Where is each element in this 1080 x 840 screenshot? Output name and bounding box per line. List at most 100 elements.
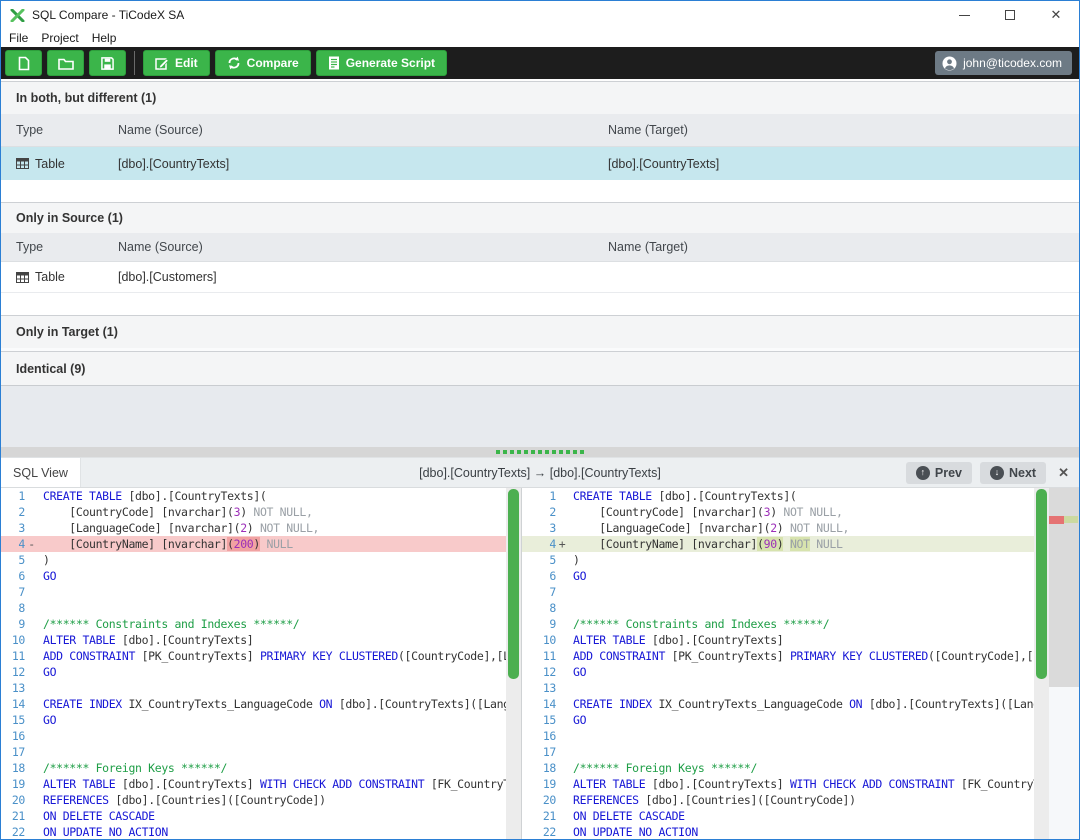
compare-sync-icon: [227, 56, 241, 70]
generate-script-button[interactable]: Generate Script: [316, 50, 447, 76]
code-line-7: 7: [522, 584, 1034, 600]
prev-diff-button[interactable]: ↑ Prev: [906, 462, 972, 484]
row-type-label: Table: [35, 157, 65, 171]
code-line-13: 13: [522, 680, 1034, 696]
sql-diff-area: 1CREATE TABLE [dbo].[CountryTexts](2 [Co…: [1, 487, 1079, 839]
edit-pencil-icon: [155, 56, 169, 70]
results-empty-area: [1, 385, 1079, 447]
table-row-countrytexts[interactable]: Table [dbo].[CountryTexts] [dbo].[Countr…: [1, 147, 1079, 180]
target-scrollbar[interactable]: [1034, 488, 1049, 839]
column-header-type[interactable]: Type: [1, 240, 118, 254]
code-line-9: 9/****** Constraints and Indexes ******/: [1, 616, 506, 632]
code-line-6: 6GO: [522, 568, 1034, 584]
section-header-only-in-source[interactable]: Only in Source (1): [1, 202, 1079, 233]
app-window: SQL Compare - TiCodeX SA ✕ File Project …: [0, 0, 1080, 840]
sql-source-pane[interactable]: 1CREATE TABLE [dbo].[CountryTexts](2 [Co…: [1, 488, 506, 839]
code-line-3: 3 [LanguageCode] [nvarchar](2) NOT NULL,: [1, 520, 506, 536]
code-line-7: 7: [1, 584, 506, 600]
code-line-8: 8: [1, 600, 506, 616]
code-line-15: 15GO: [522, 712, 1034, 728]
code-line-14: 14CREATE INDEX IX_CountryTexts_LanguageC…: [1, 696, 506, 712]
code-line-5: 5): [1, 552, 506, 568]
row-source-name: [dbo].[CountryTexts]: [118, 157, 608, 171]
code-line-15: 15GO: [1, 712, 506, 728]
menu-project[interactable]: Project: [41, 31, 78, 45]
code-line-22: 22ON UPDATE NO ACTION: [522, 824, 1034, 839]
sql-view-tab-label: SQL View: [13, 466, 68, 480]
code-line-20: 20REFERENCES [dbo].[Countries]([CountryC…: [522, 792, 1034, 808]
code-line-16: 16: [522, 728, 1034, 744]
added-diff-mark[interactable]: [1064, 516, 1078, 523]
tab-sql-view[interactable]: SQL View: [1, 458, 81, 487]
source-scrollbar-thumb[interactable]: [508, 489, 519, 679]
menu-help[interactable]: Help: [92, 31, 117, 45]
code-line-14: 14CREATE INDEX IX_CountryTexts_LanguageC…: [522, 696, 1034, 712]
table-icon: [16, 158, 29, 169]
section-header-only-in-target[interactable]: Only in Target (1): [1, 315, 1079, 348]
toolbar: Edit Compare Generate Script john@ticode…: [1, 47, 1079, 79]
target-scrollbar-thumb[interactable]: [1036, 489, 1047, 679]
code-line-18: 18/****** Foreign Keys ******/: [1, 760, 506, 776]
code-line-2: 2 [CountryCode] [nvarchar](3) NOT NULL,: [522, 504, 1034, 520]
compare-button[interactable]: Compare: [215, 50, 311, 76]
removed-diff-mark[interactable]: [1049, 516, 1064, 524]
code-line-17: 17: [522, 744, 1034, 760]
new-project-button[interactable]: [5, 50, 42, 76]
code-line-9: 9/****** Constraints and Indexes ******/: [522, 616, 1034, 632]
code-line-20: 20REFERENCES [dbo].[Countries]([CountryC…: [1, 792, 506, 808]
column-header-name-target[interactable]: Name (Target): [608, 123, 1079, 137]
edit-button-label: Edit: [175, 56, 198, 70]
code-line-16: 16: [1, 728, 506, 744]
save-project-button[interactable]: [89, 50, 126, 76]
code-line-12: 12GO: [1, 664, 506, 680]
diff-navigation: ↑ Prev ↓ Next ✕: [906, 462, 1079, 484]
column-header-name-source[interactable]: Name (Source): [118, 123, 608, 137]
close-window-button[interactable]: ✕: [1033, 1, 1079, 29]
user-icon: [942, 56, 957, 71]
save-icon: [101, 57, 114, 70]
section-header-identical[interactable]: Identical (9): [1, 351, 1079, 385]
source-scrollbar[interactable]: [506, 488, 521, 839]
code-line-6: 6GO: [1, 568, 506, 584]
minimize-button[interactable]: [941, 1, 987, 29]
section-title: Identical (9): [16, 362, 85, 376]
close-sql-view-button[interactable]: ✕: [1058, 465, 1069, 481]
code-line-5: 5): [522, 552, 1034, 568]
code-line-1: 1CREATE TABLE [dbo].[CountryTexts](: [522, 488, 1034, 504]
code-line-17: 17: [1, 744, 506, 760]
column-header-name-target[interactable]: Name (Target): [608, 240, 1079, 254]
open-folder-icon: [58, 57, 74, 70]
table-icon: [16, 272, 29, 283]
sql-view-header: SQL View [dbo].[CountryTexts] → [dbo].[C…: [1, 457, 1079, 487]
code-line-4: 4+ [CountryName] [nvarchar](90) NOT NULL: [522, 536, 1034, 552]
edit-button[interactable]: Edit: [143, 50, 210, 76]
code-line-10: 10ALTER TABLE [dbo].[CountryTexts]: [1, 632, 506, 648]
code-line-10: 10ALTER TABLE [dbo].[CountryTexts]: [522, 632, 1034, 648]
table-row-customers[interactable]: Table [dbo].[Customers]: [1, 262, 1079, 293]
column-header-type[interactable]: Type: [1, 123, 118, 137]
code-line-19: 19ALTER TABLE [dbo].[CountryTexts] WITH …: [522, 776, 1034, 792]
code-line-1: 1CREATE TABLE [dbo].[CountryTexts](: [1, 488, 506, 504]
section-title: Only in Source (1): [16, 211, 123, 225]
prev-button-label: Prev: [935, 466, 962, 480]
open-project-button[interactable]: [47, 50, 84, 76]
section-header-in-both-different[interactable]: In both, but different (1): [1, 81, 1079, 114]
sql-target-pane[interactable]: 1CREATE TABLE [dbo].[CountryTexts](2 [Co…: [521, 488, 1034, 839]
section-title: Only in Target (1): [16, 325, 118, 339]
splitter-drag-handle[interactable]: [1, 447, 1079, 457]
user-account-badge[interactable]: john@ticodex.com: [935, 51, 1072, 75]
app-logo-icon: [10, 9, 25, 22]
maximize-button[interactable]: [987, 1, 1033, 29]
window-title: SQL Compare - TiCodeX SA: [32, 8, 184, 22]
next-diff-button[interactable]: ↓ Next: [980, 462, 1046, 484]
code-line-13: 13: [1, 680, 506, 696]
window-controls: ✕: [941, 1, 1079, 29]
code-line-4: 4- [CountryName] [nvarchar](200) NULL: [1, 536, 506, 552]
comparison-results-area: In both, but different (1) Type Name (So…: [1, 79, 1079, 447]
code-line-18: 18/****** Foreign Keys ******/: [522, 760, 1034, 776]
diff-overview-ruler[interactable]: [1049, 488, 1079, 839]
column-header-name-source[interactable]: Name (Source): [118, 240, 608, 254]
code-line-22: 22ON UPDATE NO ACTION: [1, 824, 506, 839]
code-line-21: 21ON DELETE CASCADE: [522, 808, 1034, 824]
menu-file[interactable]: File: [9, 31, 28, 45]
